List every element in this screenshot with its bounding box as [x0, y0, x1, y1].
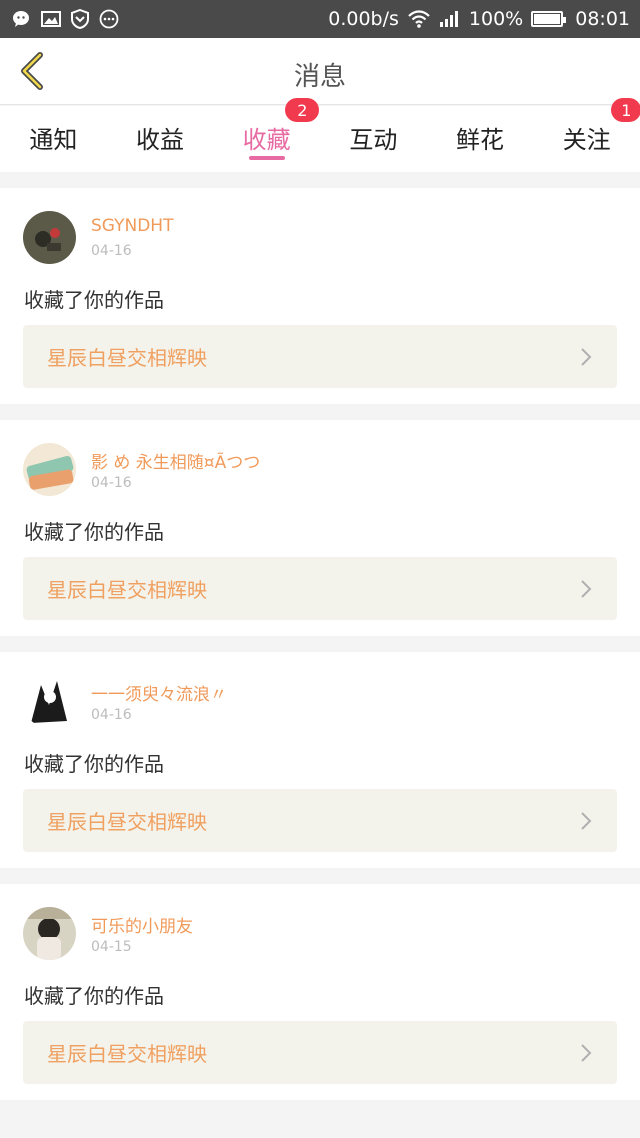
tab-label: 互动 [349, 126, 398, 154]
tab-interaction[interactable]: 互动 [320, 106, 427, 172]
work-title: 星辰白昼交相辉映 [47, 578, 207, 602]
work-link[interactable]: 星辰白昼交相辉映 [23, 1021, 617, 1084]
chevron-right-icon [581, 579, 592, 598]
username[interactable]: 一一须臾々流浪〃 [91, 680, 227, 705]
tab-label: 收益 [136, 126, 184, 154]
chevron-right-icon [581, 811, 592, 830]
work-link[interactable]: 星辰白昼交相辉映 [23, 789, 617, 852]
active-tab-indicator [248, 156, 285, 160]
tab-label: 通知 [29, 126, 78, 154]
tab-flowers[interactable]: 鲜花 [427, 106, 534, 172]
tab-earnings[interactable]: 收益 [107, 106, 214, 172]
more-icon [99, 9, 119, 29]
date: 04-15 [91, 939, 132, 955]
tab-bar: 通知 收益 收藏 2 互动 鲜花 关注 1 [0, 98, 640, 172]
chevron-right-icon [581, 1043, 592, 1062]
wifi-icon [408, 10, 430, 28]
list-item: 一一须臾々流浪〃 04-16 收藏了你的作品 星辰白昼交相辉映 [0, 652, 640, 868]
list-item: 可乐的小朋友 04-15 收藏了你的作品 星辰白昼交相辉映 [0, 884, 640, 1100]
avatar[interactable] [23, 907, 76, 960]
network-speed: 0.00b/s [328, 8, 399, 30]
image-icon [41, 11, 61, 27]
action-text: 收藏了你的作品 [24, 520, 164, 544]
username[interactable]: 影 め 永生相随¤Ãつつ [91, 448, 260, 473]
work-title: 星辰白昼交相辉映 [47, 1042, 207, 1066]
unread-badge: 2 [285, 98, 320, 122]
tab-favorites[interactable]: 收藏 2 [213, 98, 320, 172]
action-text: 收藏了你的作品 [24, 752, 164, 776]
avatar[interactable] [23, 443, 76, 496]
work-title: 星辰白昼交相辉映 [47, 810, 207, 834]
action-text: 收藏了你的作品 [24, 288, 164, 312]
status-bar: 0.00b/s 100% 08:01 [0, 0, 640, 38]
shield-icon [71, 9, 89, 29]
unread-badge: 1 [611, 98, 640, 122]
notification-list: SGYNDHT 04-16 收藏了你的作品 星辰白昼交相辉映 影 め 永生相随¤… [0, 188, 640, 1116]
username[interactable]: SGYNDHT [91, 216, 173, 236]
page-title: 消息 [293, 62, 346, 92]
wechat-icon [13, 11, 29, 27]
avatar[interactable] [23, 211, 76, 264]
chevron-right-icon [581, 347, 592, 366]
tab-label: 关注 [562, 126, 611, 154]
work-title: 星辰白昼交相辉映 [47, 346, 207, 370]
list-item: SGYNDHT 04-16 收藏了你的作品 星辰白昼交相辉映 [0, 188, 640, 404]
date: 04-16 [91, 475, 132, 491]
date: 04-16 [91, 243, 132, 259]
header: 消息 [0, 38, 640, 105]
clock: 08:01 [575, 8, 630, 30]
tab-notice[interactable]: 通知 [0, 106, 107, 172]
list-item: 影 め 永生相随¤Ãつつ 04-16 收藏了你的作品 星辰白昼交相辉映 [0, 420, 640, 636]
tab-label: 收藏 [242, 126, 291, 154]
signal-icon [439, 11, 458, 27]
battery-percent: 100% [468, 8, 524, 30]
battery-icon [531, 11, 567, 27]
avatar[interactable] [23, 675, 76, 728]
work-link[interactable]: 星辰白昼交相辉映 [23, 325, 617, 388]
date: 04-16 [91, 707, 132, 723]
work-link[interactable]: 星辰白昼交相辉映 [23, 557, 617, 620]
tab-label: 鲜花 [456, 126, 505, 154]
username[interactable]: 可乐的小朋友 [91, 912, 193, 937]
tab-follow[interactable]: 关注 1 [533, 98, 640, 172]
action-text: 收藏了你的作品 [24, 984, 164, 1008]
